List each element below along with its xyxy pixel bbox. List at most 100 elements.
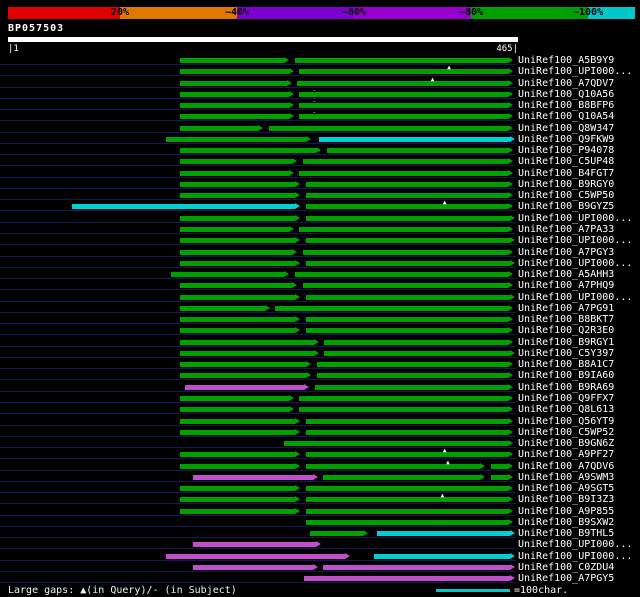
hit-label[interactable]: UniRef100_Q10A56 xyxy=(518,89,614,100)
alignment-bar-green[interactable] xyxy=(305,214,515,221)
hit-label[interactable]: UniRef100_Q9FKW9 xyxy=(518,134,614,145)
alignment-bar-green[interactable] xyxy=(305,327,513,334)
alignment-bar-green[interactable] xyxy=(316,361,513,368)
alignment-bar-green[interactable] xyxy=(305,293,515,300)
hit-label[interactable]: UniRef100_A5AHH3 xyxy=(518,269,614,280)
alignment-bar-green[interactable] xyxy=(302,248,513,255)
alignment-bar-magenta[interactable] xyxy=(193,473,318,480)
alignment-bar-green[interactable] xyxy=(305,518,513,525)
alignment-bar-green[interactable] xyxy=(299,406,513,413)
alignment-bar-magenta[interactable] xyxy=(323,563,515,570)
alignment-bar-green[interactable] xyxy=(310,530,369,537)
hit-label[interactable]: UniRef100_UPI000... xyxy=(518,235,632,246)
hit-label[interactable]: UniRef100_B9RA69 xyxy=(518,382,614,393)
hit-label[interactable]: UniRef100_C5WP50 xyxy=(518,190,614,201)
hit-label[interactable]: UniRef100_A7PGY5 xyxy=(518,573,614,584)
hit-label[interactable]: UniRef100_B9SXW2 xyxy=(518,517,614,528)
alignment-bar-green[interactable] xyxy=(179,237,301,244)
alignment-bar-green[interactable] xyxy=(299,113,513,120)
alignment-bar-green[interactable] xyxy=(179,349,319,356)
hit-label[interactable]: UniRef100_B4FGT7 xyxy=(518,168,614,179)
alignment-bar-green[interactable] xyxy=(283,440,513,447)
alignment-bar-green[interactable] xyxy=(179,248,298,255)
hit-label[interactable]: UniRef100_B8BFP6 xyxy=(518,100,614,111)
alignment-bar-green[interactable] xyxy=(179,293,301,300)
alignment-bar-green[interactable] xyxy=(179,417,301,424)
alignment-bar-green[interactable] xyxy=(179,316,301,323)
alignment-bar-green[interactable] xyxy=(299,90,513,97)
alignment-bar-green[interactable] xyxy=(326,147,513,154)
hit-label[interactable]: UniRef100_Q8W347 xyxy=(518,123,614,134)
alignment-bar-green[interactable] xyxy=(179,180,301,187)
alignment-bar-green[interactable] xyxy=(179,462,301,469)
alignment-bar-green[interactable] xyxy=(179,57,290,63)
alignment-bar-green[interactable] xyxy=(179,496,301,503)
hit-label[interactable]: UniRef100_A5B9Y9 xyxy=(518,55,614,66)
alignment-bar-green[interactable] xyxy=(305,428,513,435)
alignment-bar-green[interactable] xyxy=(179,507,301,514)
hit-label[interactable]: UniRef100_C5WP52 xyxy=(518,427,614,438)
alignment-bar-green[interactable] xyxy=(305,237,515,244)
hit-label[interactable]: UniRef100_C5Y397 xyxy=(518,348,614,359)
alignment-bar-green[interactable] xyxy=(179,282,298,289)
hit-label[interactable]: UniRef100_B9IA60 xyxy=(518,370,614,381)
alignment-bar-green[interactable] xyxy=(179,485,301,492)
alignment-bar-magenta[interactable] xyxy=(165,552,350,559)
alignment-bar-cyan[interactable] xyxy=(318,135,515,142)
hit-label[interactable]: UniRef100_P94078 xyxy=(518,145,614,156)
alignment-bar-green[interactable] xyxy=(305,180,513,187)
alignment-bar-green[interactable] xyxy=(179,102,294,109)
alignment-bar-green[interactable] xyxy=(305,485,513,492)
alignment-bar-green[interactable] xyxy=(179,192,301,199)
alignment-bar-green[interactable] xyxy=(305,462,486,469)
alignment-bar-green[interactable] xyxy=(179,169,294,176)
hit-label[interactable]: UniRef100_A9SWM3 xyxy=(518,472,614,483)
alignment-bar-cyan[interactable] xyxy=(373,552,515,559)
hit-label[interactable]: UniRef100_B8A1C7 xyxy=(518,359,614,370)
alignment-bar-green[interactable] xyxy=(179,113,294,120)
alignment-bar-green[interactable] xyxy=(299,102,513,109)
alignment-bar-green[interactable] xyxy=(305,451,513,458)
alignment-bar-green[interactable] xyxy=(179,394,294,401)
alignment-bar-green[interactable] xyxy=(324,338,513,345)
alignment-bar-green[interactable] xyxy=(179,338,319,345)
hit-label[interactable]: UniRef100_B9GN6Z xyxy=(518,438,614,449)
alignment-bar-green[interactable] xyxy=(179,406,294,413)
hit-label[interactable]: UniRef100_B9THL5 xyxy=(518,528,614,539)
hit-label[interactable]: UniRef100_Q8L613 xyxy=(518,404,614,415)
alignment-bar-green[interactable] xyxy=(179,214,301,221)
alignment-bar-green[interactable] xyxy=(179,259,301,266)
hit-label[interactable]: UniRef100_A9PF27 xyxy=(518,449,614,460)
alignment-bar-green[interactable] xyxy=(305,507,513,514)
alignment-bar-green[interactable] xyxy=(490,462,513,469)
hit-label[interactable]: UniRef100_A7PA33 xyxy=(518,224,614,235)
alignment-bar-green[interactable] xyxy=(299,225,513,232)
alignment-bar-magenta[interactable] xyxy=(193,541,322,548)
hit-label[interactable]: UniRef100_B9I3Z3 xyxy=(518,494,614,505)
alignment-bar-green[interactable] xyxy=(179,79,292,86)
hit-label[interactable]: UniRef100_C0ZDU4 xyxy=(518,562,614,573)
hit-label[interactable]: UniRef100_A9P855 xyxy=(518,506,614,517)
alignment-bar-magenta[interactable] xyxy=(185,383,310,390)
alignment-bar-green[interactable] xyxy=(299,394,513,401)
hit-label[interactable]: UniRef100_Q9FFX7 xyxy=(518,393,614,404)
hit-label[interactable]: UniRef100_Q2R3E0 xyxy=(518,325,614,336)
alignment-bar-green[interactable] xyxy=(305,203,513,210)
alignment-bar-green[interactable] xyxy=(171,271,290,278)
alignment-bar-green[interactable] xyxy=(179,147,322,154)
hit-label[interactable]: UniRef100_A7PGY3 xyxy=(518,247,614,258)
hit-label[interactable]: UniRef100_A7QDV6 xyxy=(518,461,614,472)
alignment-bar-green[interactable] xyxy=(179,372,312,379)
alignment-bar-green[interactable] xyxy=(305,417,513,424)
hit-label[interactable]: UniRef100_UPI000... xyxy=(518,66,632,77)
alignment-bar-green[interactable] xyxy=(179,428,301,435)
alignment-bar-green[interactable] xyxy=(305,496,513,503)
alignment-bar-magenta[interactable] xyxy=(303,575,515,582)
alignment-bar-green[interactable] xyxy=(275,304,513,311)
hit-label[interactable]: UniRef100_UPI000... xyxy=(518,213,632,224)
alignment-bar-green[interactable] xyxy=(179,68,294,75)
alignment-bar-green[interactable] xyxy=(299,169,513,176)
alignment-bar-green[interactable] xyxy=(179,304,270,311)
alignment-bar-green[interactable] xyxy=(305,192,513,199)
hit-label[interactable]: UniRef100_UPI000... xyxy=(518,551,632,562)
